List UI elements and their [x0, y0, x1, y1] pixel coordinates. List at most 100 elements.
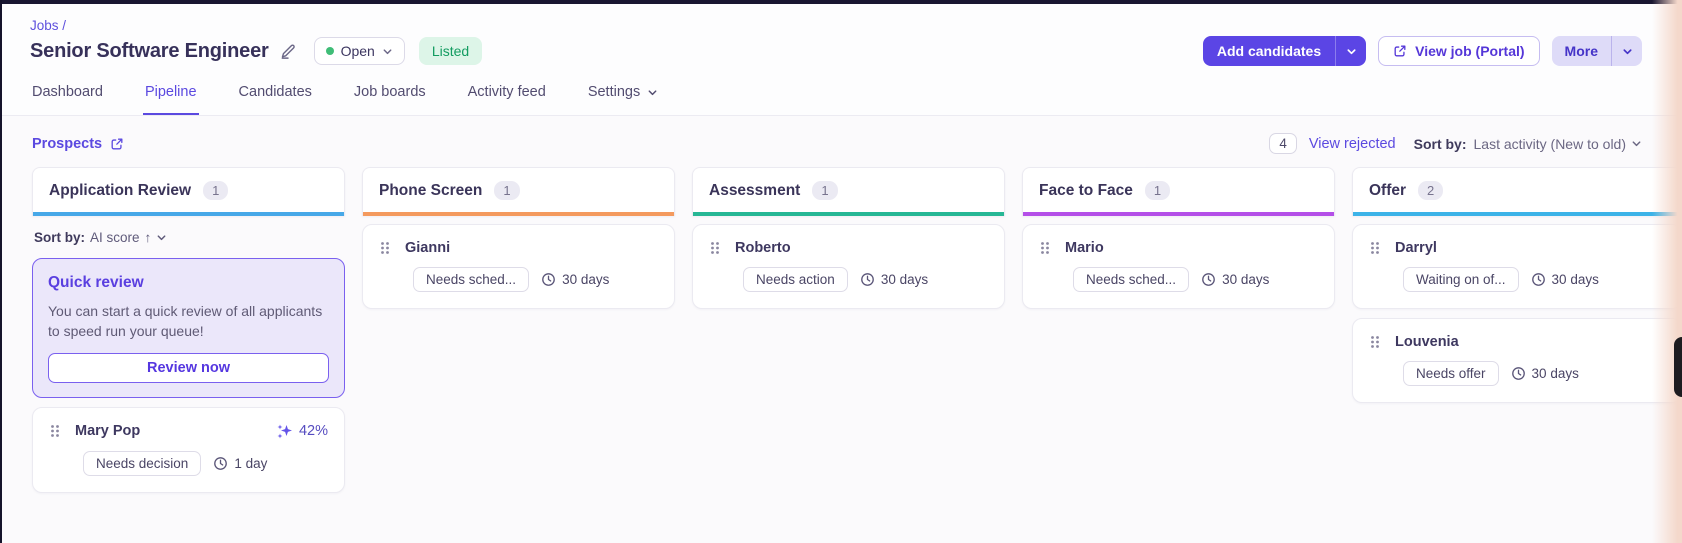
- drag-handle-icon[interactable]: [379, 240, 391, 256]
- view-rejected-link[interactable]: View rejected: [1309, 136, 1396, 152]
- tab-activity-feed[interactable]: Activity feed: [466, 78, 548, 115]
- column-sort-label: Sort by:: [34, 230, 86, 245]
- offscreen-dark-pill: [1674, 337, 1682, 397]
- sort-direction-arrow: ↑: [144, 230, 152, 245]
- add-candidates-button[interactable]: Add candidates: [1202, 36, 1367, 66]
- candidate-card[interactable]: Roberto Needs action 30 days: [692, 224, 1005, 309]
- pipeline-column-title: Offer: [1369, 181, 1407, 199]
- pipeline-column-count-badge: 2: [1418, 181, 1444, 200]
- column-sort-value: AI score: [90, 230, 140, 245]
- job-status-dropdown[interactable]: Open: [313, 37, 405, 65]
- pipeline-column-title: Face to Face: [1039, 181, 1133, 199]
- job-status-label: Open: [340, 43, 375, 59]
- page-title: Senior Software Engineer: [30, 39, 269, 62]
- pipeline-column-body: Roberto Needs action 30 days: [692, 224, 1005, 309]
- time-in-stage-value: 30 days: [1531, 366, 1579, 381]
- candidate-card[interactable]: Darryl Waiting on of... 30 days: [1352, 224, 1682, 309]
- time-in-stage-value: 30 days: [1551, 272, 1599, 287]
- pipeline-column-title: Application Review: [49, 181, 192, 199]
- more-button[interactable]: More: [1551, 36, 1642, 66]
- pipeline-column-count-badge: 1: [494, 181, 520, 200]
- listed-badge: Listed: [418, 37, 483, 65]
- pipeline-column-body: Sort by: AI score ↑ Quick review You can…: [32, 224, 345, 493]
- tab-candidates[interactable]: Candidates: [237, 78, 314, 115]
- pipeline-column: Face to Face 1 Mario Needs sched... 30 d…: [1022, 167, 1335, 309]
- clock-icon: [1511, 366, 1526, 381]
- open-status-dot-icon: [325, 47, 334, 55]
- drag-handle-icon[interactable]: [709, 240, 721, 256]
- tab-job-boards[interactable]: Job boards: [352, 78, 428, 115]
- time-in-stage-value: 30 days: [562, 272, 610, 287]
- pipeline-toolbar: Prospects 4 View rejected Sort by: Last …: [2, 116, 1682, 167]
- drag-handle-icon[interactable]: [49, 423, 61, 439]
- rejected-count-badge: 4: [1269, 133, 1297, 154]
- view-job-portal-button[interactable]: View job (Portal): [1378, 36, 1540, 66]
- time-in-stage: 30 days: [541, 272, 609, 287]
- pipeline-column-header[interactable]: Face to Face 1: [1022, 167, 1335, 216]
- clock-icon: [1531, 272, 1546, 287]
- candidate-status-badge[interactable]: Needs sched...: [413, 267, 530, 292]
- breadcrumb[interactable]: Jobs /: [30, 14, 1642, 33]
- add-candidates-label: Add candidates: [1216, 43, 1322, 59]
- pipeline-column-title: Assessment: [709, 181, 801, 199]
- window-left-edge: [0, 0, 2, 543]
- review-now-button[interactable]: Review now: [48, 352, 329, 383]
- pipeline-column-accent-bar: [33, 212, 344, 216]
- more-label: More: [1564, 43, 1598, 59]
- candidate-name: Louvenia: [1395, 334, 1459, 350]
- time-in-stage: 30 days: [1511, 366, 1579, 381]
- tab-dashboard[interactable]: Dashboard: [30, 78, 105, 115]
- time-in-stage-value: 30 days: [880, 272, 929, 287]
- ai-score-value: 42%: [298, 423, 328, 440]
- candidate-card[interactable]: Louvenia Needs offer 30 days: [1352, 318, 1682, 403]
- candidate-name: Darryl: [1395, 240, 1437, 256]
- clock-icon: [1201, 272, 1216, 287]
- candidate-status-badge[interactable]: Needs offer: [1403, 361, 1499, 386]
- tab-pipeline[interactable]: Pipeline: [142, 78, 199, 115]
- title-row: Senior Software Engineer Open Listed Add…: [30, 36, 1642, 66]
- ai-score: 42%: [276, 423, 328, 440]
- clock-icon: [860, 272, 875, 287]
- tab-settings-label: Settings: [587, 84, 641, 100]
- pipeline-column-accent-bar: [1023, 212, 1334, 216]
- pipeline-board: Application Review 1 Sort by: AI score ↑…: [2, 167, 1682, 543]
- view-job-portal-label: View job (Portal): [1415, 43, 1525, 59]
- more-chevron-down-icon[interactable]: [1612, 46, 1642, 57]
- candidate-name: Mary Pop: [75, 423, 141, 440]
- pipeline-column-accent-bar: [693, 212, 1004, 216]
- drag-handle-icon[interactable]: [1369, 334, 1381, 350]
- clock-icon: [213, 456, 228, 471]
- pipeline-column-header[interactable]: Offer 2: [1352, 167, 1682, 216]
- time-in-stage: 30 days: [1201, 272, 1269, 287]
- sort-value: Last activity (New to old): [1473, 135, 1627, 152]
- clock-icon: [541, 272, 556, 287]
- candidate-status-badge[interactable]: Needs sched...: [1073, 267, 1190, 292]
- candidate-status-badge[interactable]: Needs action: [743, 267, 848, 292]
- board-sort-dropdown[interactable]: Sort by: Last activity (New to old): [1414, 136, 1642, 152]
- pipeline-column-title: Phone Screen: [379, 181, 483, 199]
- tab-settings[interactable]: Settings: [586, 78, 660, 115]
- candidate-card[interactable]: Gianni Needs sched... 30 days: [362, 224, 675, 309]
- prospects-link[interactable]: Prospects: [32, 136, 124, 152]
- column-sort-dropdown[interactable]: Sort by: AI score ↑: [32, 224, 345, 249]
- pipeline-column-count-badge: 1: [1144, 181, 1171, 200]
- drag-handle-icon[interactable]: [1369, 240, 1381, 256]
- window-top-edge: [0, 0, 1682, 4]
- pipeline-column-header[interactable]: Phone Screen 1: [362, 167, 675, 216]
- pipeline-column-count-badge: 1: [812, 181, 838, 200]
- candidate-status-badge[interactable]: Waiting on of...: [1403, 267, 1519, 292]
- chevron-down-icon: [1631, 138, 1642, 149]
- pipeline-column-count-badge: 1: [203, 181, 229, 200]
- chevron-down-icon: [382, 46, 393, 57]
- candidate-card[interactable]: Mario Needs sched... 30 days: [1022, 224, 1335, 309]
- candidate-status-badge[interactable]: Needs decision: [83, 450, 202, 476]
- candidate-name: Gianni: [405, 240, 451, 256]
- pipeline-column-header[interactable]: Application Review 1: [32, 167, 345, 216]
- drag-handle-icon[interactable]: [1039, 240, 1051, 256]
- candidate-card[interactable]: Mary Pop 42% Needs decision 1 day: [32, 406, 345, 493]
- edit-pencil-icon[interactable]: [279, 43, 296, 60]
- pipeline-column-header[interactable]: Assessment 1: [692, 167, 1005, 216]
- add-candidates-chevron-down-icon[interactable]: [1336, 46, 1366, 57]
- pipeline-column-body: Darryl Waiting on of... 30 days Louvenia…: [1352, 224, 1682, 403]
- pipeline-column: Offer 2 Darryl Waiting on of... 30 days …: [1352, 167, 1682, 403]
